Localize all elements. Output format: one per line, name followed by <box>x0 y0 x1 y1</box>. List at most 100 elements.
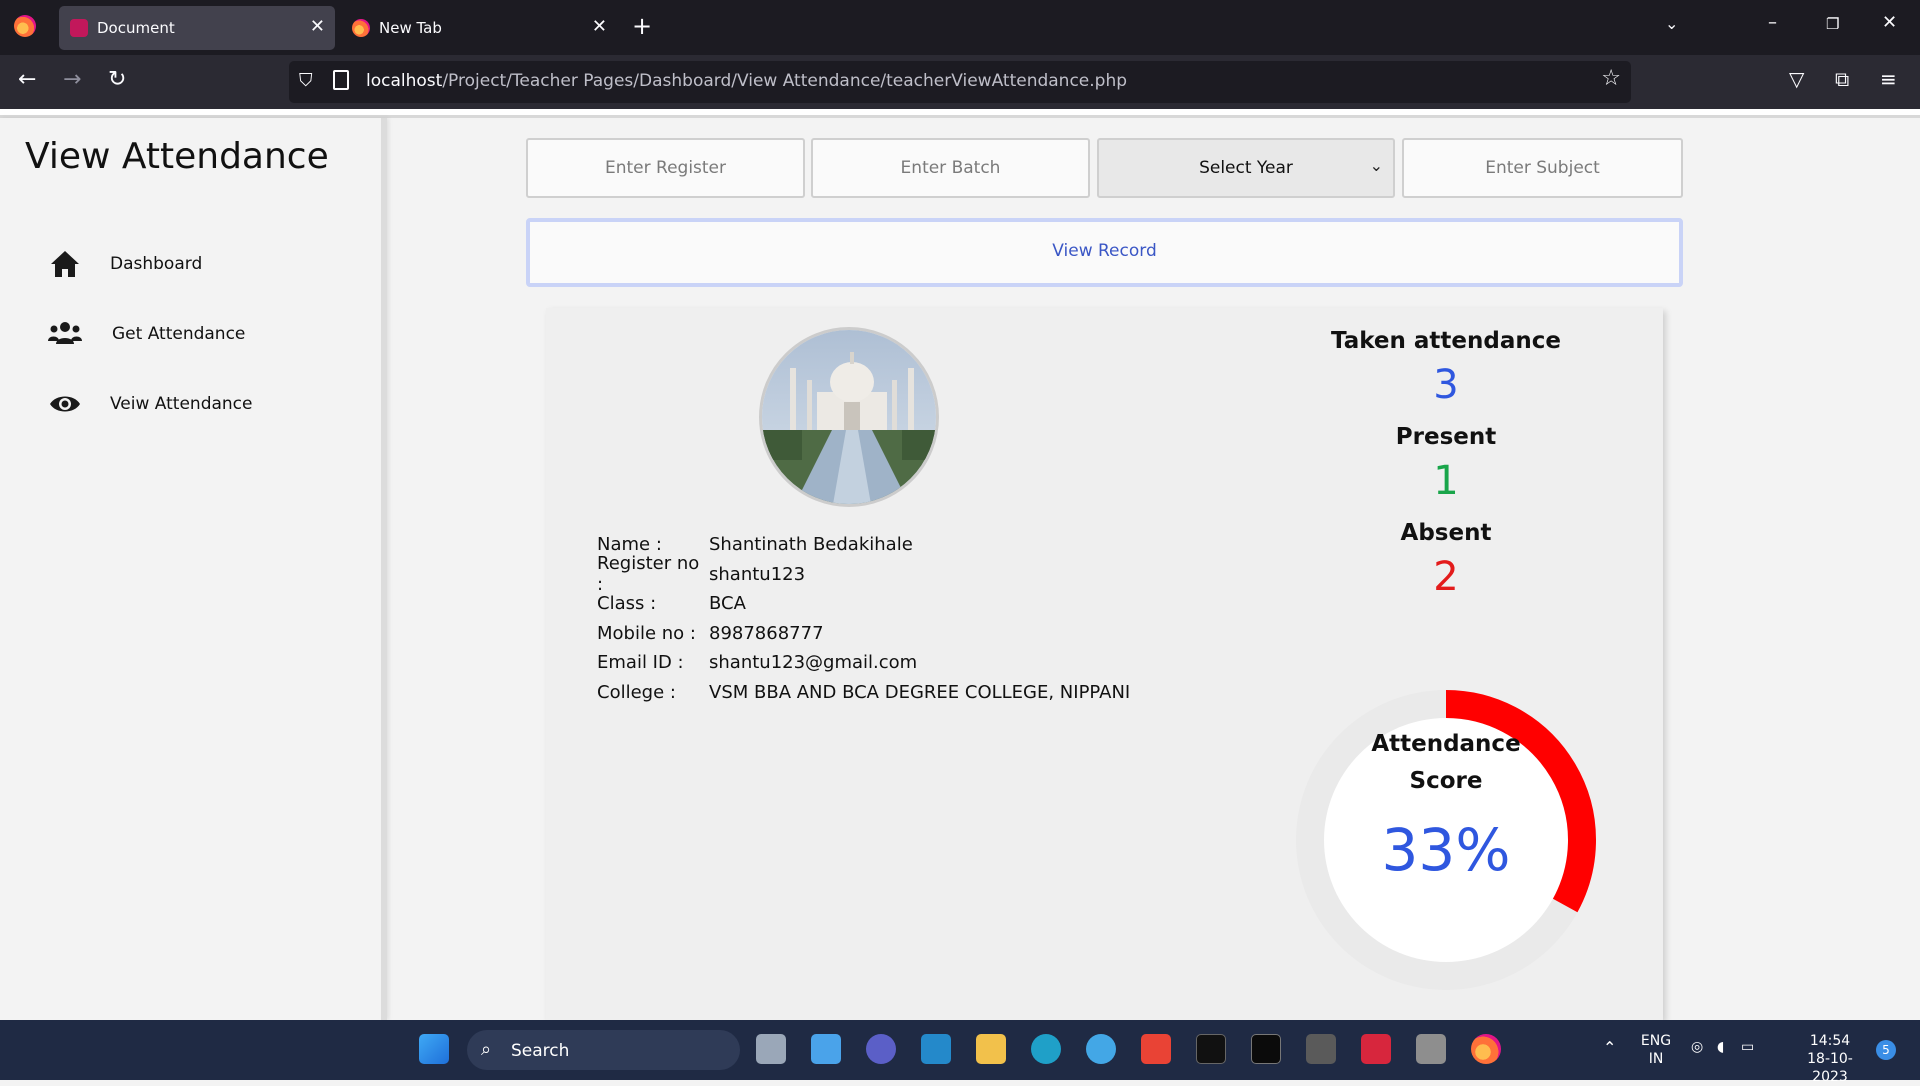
edge-icon[interactable] <box>1031 1034 1061 1064</box>
store-icon[interactable] <box>1086 1034 1116 1064</box>
sidebar-item-label: Veiw Attendance <box>110 394 253 414</box>
attendance-card: Name : Shantinath Bedakihale Register no… <box>546 308 1663 1020</box>
gmail-icon[interactable] <box>1141 1034 1171 1064</box>
users-icon <box>48 319 82 349</box>
clock[interactable]: 14:54 18-10-2023 <box>1790 1032 1870 1086</box>
close-tab-icon[interactable]: ✕ <box>592 16 607 37</box>
tab-new-tab[interactable]: New Tab ✕ <box>341 6 617 50</box>
minimize-icon[interactable]: – <box>1768 12 1777 33</box>
subject-input[interactable] <box>1404 140 1681 196</box>
close-tab-icon[interactable]: ✕ <box>310 16 325 37</box>
view-record-button[interactable]: View Record <box>526 218 1683 287</box>
year-select-value: Select Year <box>1199 158 1293 178</box>
windows-taskbar: ⌕ Search ⌃ ENG IN ◎ ◖ ▭ 14:54 18-10-2023… <box>0 1020 1920 1085</box>
lang-top: ENG <box>1640 1033 1672 1049</box>
notification-badge[interactable]: 5 <box>1876 1040 1896 1060</box>
address-bar[interactable]: ⛉ localhost/Project/Teacher Pages/Dashbo… <box>289 61 1631 103</box>
language-indicator[interactable]: ENG IN <box>1638 1032 1674 1068</box>
info-row-mobile: Mobile no : 8987868777 <box>597 619 1130 649</box>
year-select[interactable]: Select Year ⌄ <box>1097 138 1395 198</box>
score-value: 33% <box>1381 816 1511 884</box>
info-key: Email ID : <box>597 652 684 674</box>
info-row-college: College : VSM BBA AND BCA DEGREE COLLEGE… <box>597 678 1130 708</box>
url-text[interactable]: localhost/Project/Teacher Pages/Dashboar… <box>366 71 1127 91</box>
battery-icon[interactable]: ▭ <box>1741 1039 1754 1055</box>
info-row-email: Email ID : shantu123@gmail.com <box>597 648 1130 678</box>
reload-icon[interactable]: ↻ <box>108 67 126 92</box>
tab-title: Document <box>97 19 175 37</box>
volume-icon[interactable]: ◖ <box>1717 1039 1724 1055</box>
sidebar-item-view-attendance[interactable]: Veiw Attendance <box>48 384 348 424</box>
sublime-icon[interactable] <box>1306 1034 1336 1064</box>
batch-field[interactable] <box>811 138 1090 198</box>
info-value: Shantinath Bedakihale <box>709 534 913 556</box>
teams-chat-icon[interactable] <box>866 1034 896 1064</box>
sidebar-title: View Attendance <box>25 136 329 177</box>
info-key: Name : <box>597 534 662 556</box>
clock-date: 18-10-2023 <box>1807 1051 1853 1085</box>
info-value: shantu123 <box>709 563 806 585</box>
new-tab-plus-icon[interactable]: + <box>632 12 652 40</box>
jetbrains-icon[interactable] <box>1251 1034 1281 1064</box>
sidebar-item-dashboard[interactable]: Dashboard <box>48 244 348 284</box>
cc-app-icon[interactable] <box>1416 1034 1446 1064</box>
url-path: /Project/Teacher Pages/Dashboard/View At… <box>442 71 1128 91</box>
list-tabs-chevron-icon[interactable]: ⌄ <box>1665 14 1678 33</box>
batch-input[interactable] <box>813 140 1088 196</box>
bookmark-star-icon[interactable]: ☆ <box>1601 66 1621 91</box>
tray-chevron-up-icon[interactable]: ⌃ <box>1603 1038 1616 1057</box>
tab-document[interactable]: Document ✕ <box>59 6 335 50</box>
subject-field[interactable] <box>1402 138 1683 198</box>
page-content: View Attendance Dashboard Get Attendance <box>0 118 1920 1020</box>
vscode-icon[interactable] <box>921 1034 951 1064</box>
info-value: 8987868777 <box>709 622 824 644</box>
info-value: BCA <box>709 593 746 615</box>
tab-title: New Tab <box>379 19 442 37</box>
absent-label: Absent <box>1400 520 1492 546</box>
extensions-puzzle-icon[interactable]: ⧉ <box>1835 67 1849 91</box>
eye-icon <box>48 389 82 419</box>
score-label: Attendance Score <box>1246 726 1646 800</box>
score-label-line1: Attendance <box>1371 731 1521 757</box>
page-info-icon[interactable] <box>333 70 349 90</box>
hamburger-menu-icon[interactable]: ≡ <box>1880 67 1897 91</box>
info-row-class: Class : BCA <box>597 589 1130 619</box>
taskbar-search[interactable]: ⌕ Search <box>467 1030 740 1070</box>
taskbar-search-label: Search <box>511 1041 570 1061</box>
register-input[interactable] <box>528 140 803 196</box>
info-key: Class : <box>597 593 657 615</box>
student-photo <box>759 327 939 507</box>
info-row-register: Register no : shantu123 <box>597 553 1130 595</box>
sidebar: View Attendance Dashboard Get Attendance <box>0 118 387 1020</box>
file-explorer-icon[interactable] <box>976 1034 1006 1064</box>
app-icon[interactable] <box>1361 1034 1391 1064</box>
network-icon[interactable]: ◎ <box>1691 1039 1703 1055</box>
windows-start-icon[interactable] <box>419 1034 449 1064</box>
back-arrow-icon[interactable]: ← <box>18 67 36 92</box>
lang-bottom: IN <box>1648 1051 1664 1067</box>
task-view-icon[interactable] <box>756 1034 786 1064</box>
restore-icon[interactable]: ❐ <box>1826 15 1839 33</box>
close-window-icon[interactable]: ✕ <box>1882 12 1897 33</box>
home-icon <box>48 249 82 279</box>
score-label-line2: Score <box>1409 768 1483 794</box>
firefox-taskbar-icon[interactable] <box>1471 1034 1501 1064</box>
pocket-icon[interactable]: ▽ <box>1789 67 1804 91</box>
taken-value: 3 <box>1433 362 1459 408</box>
tracking-shield-icon[interactable]: ⛉ <box>299 70 319 92</box>
student-info: Name : Shantinath Bedakihale Register no… <box>597 530 1130 707</box>
sidebar-item-get-attendance[interactable]: Get Attendance <box>48 314 348 354</box>
filter-bar: Select Year ⌄ <box>526 138 1683 198</box>
document-favicon-icon <box>70 19 88 37</box>
firefox-menu-icon[interactable] <box>14 15 36 37</box>
info-key: Register no : <box>597 553 700 596</box>
browser-tab-bar: Document ✕ New Tab ✕ + ⌄ – ❐ ✕ <box>0 0 1920 55</box>
register-field[interactable] <box>526 138 805 198</box>
terminal-icon[interactable] <box>1196 1034 1226 1064</box>
attendance-score-gauge: Attendance Score 33% <box>1246 668 1656 1013</box>
widgets-icon[interactable] <box>811 1034 841 1064</box>
info-value: shantu123@gmail.com <box>709 652 918 674</box>
present-value: 1 <box>1433 458 1459 504</box>
forward-arrow-icon[interactable]: → <box>63 67 81 92</box>
absent-value: 2 <box>1433 554 1459 600</box>
